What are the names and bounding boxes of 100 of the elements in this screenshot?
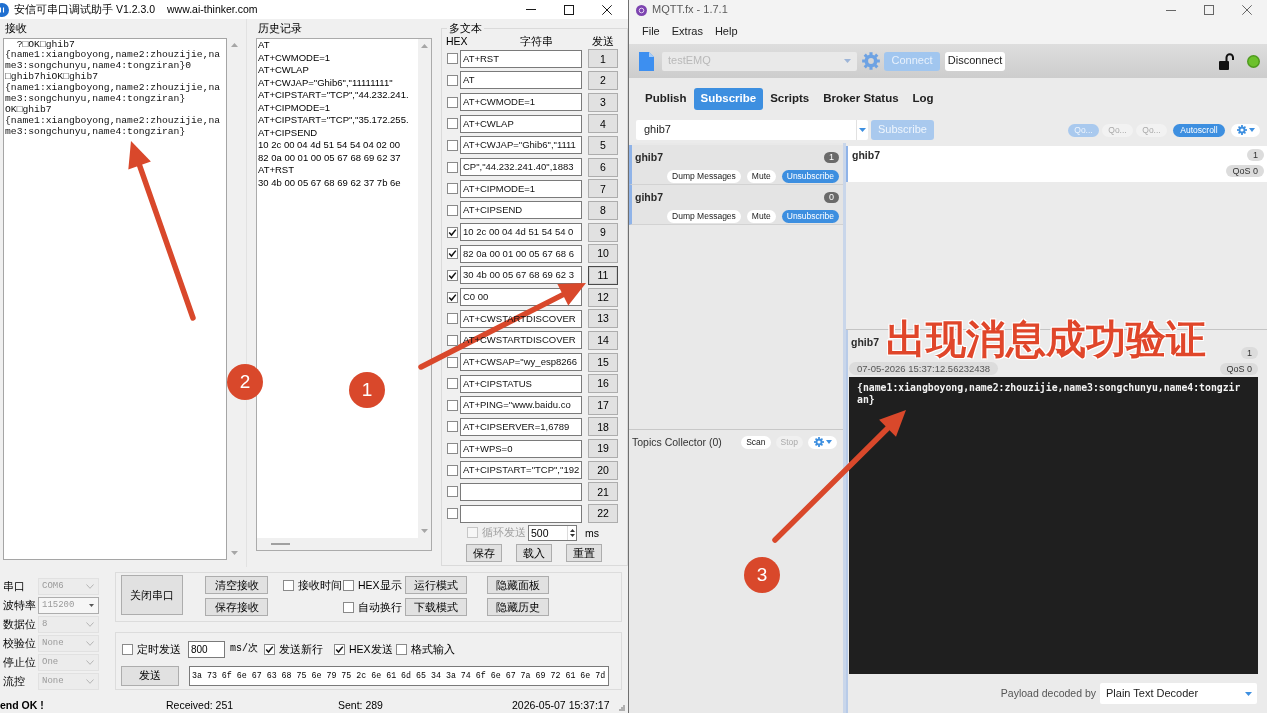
checkbox[interactable] <box>395 643 407 655</box>
history-entry[interactable]: AT+CIPSEND <box>258 126 318 139</box>
action-button[interactable]: 保存接收 <box>205 598 268 616</box>
action-button[interactable]: Dump Messages <box>667 169 741 183</box>
spin-down-icon[interactable] <box>570 533 575 537</box>
command-input[interactable]: 30 4b 00 05 67 68 69 62 3 <box>460 266 582 285</box>
checkbox[interactable] <box>447 399 458 411</box>
document-icon[interactable] <box>639 51 654 71</box>
tab[interactable]: Scripts <box>763 88 817 110</box>
checkbox[interactable] <box>447 443 458 455</box>
action-button[interactable]: 清空接收 <box>205 576 268 594</box>
gear-icon[interactable] <box>862 52 880 70</box>
checkbox-label[interactable]: 接收时间 <box>298 578 342 592</box>
send-button[interactable]: 13 <box>588 309 618 329</box>
period-input[interactable]: 800 <box>188 640 225 658</box>
send-button[interactable]: 2 <box>588 71 618 90</box>
checkbox-label[interactable]: 发送新行 <box>279 642 323 656</box>
checkbox-label[interactable]: 格式输入 <box>410 642 455 656</box>
history-entry[interactable]: 10 2c 00 04 4d 51 54 54 04 02 00 <box>258 139 401 152</box>
command-input[interactable]: AT+CIPSTART="TCP","192 <box>460 461 582 480</box>
checkbox[interactable] <box>447 96 458 108</box>
send-button[interactable]: 发送 <box>121 665 179 686</box>
send-button[interactable]: 15 <box>588 352 618 372</box>
checkbox[interactable] <box>447 356 458 368</box>
command-input[interactable]: AT+CIPSERVER=1,6789 <box>460 418 582 436</box>
send-button[interactable]: 8 <box>588 200 618 220</box>
scroll-up-icon[interactable] <box>421 44 428 48</box>
history-list[interactable] <box>257 39 418 538</box>
command-input[interactable]: AT+CWJAP="Ghib6","1111 <box>460 136 582 155</box>
checkbox-label[interactable]: 自动换行 <box>358 600 402 614</box>
checkbox-label[interactable]: 定时发送 <box>137 642 181 656</box>
checkbox[interactable] <box>447 378 458 390</box>
checkbox[interactable] <box>447 161 458 173</box>
send-button[interactable]: 14 <box>588 330 618 350</box>
command-input[interactable]: AT+CIPSTATUS <box>460 374 582 393</box>
scroll-down-icon[interactable] <box>421 529 428 533</box>
action-button[interactable]: 重置 <box>566 544 602 563</box>
command-input[interactable]: AT+WPS=0 <box>460 439 582 458</box>
send-button[interactable]: 9 <box>588 222 618 242</box>
history-entry[interactable]: AT+CWMODE=1 <box>258 51 331 64</box>
checkbox[interactable] <box>343 579 354 591</box>
receive-text-area[interactable] <box>3 38 227 560</box>
menu-item[interactable]: File <box>642 25 660 39</box>
command-input[interactable]: CP","44.232.241.40",1883 <box>460 158 582 177</box>
topic-combobox[interactable]: ghib7 <box>636 120 868 140</box>
checkbox[interactable] <box>447 269 458 281</box>
action-button[interactable]: Mute <box>746 209 776 223</box>
action-button[interactable]: 载入 <box>516 544 552 563</box>
history-entry[interactable]: AT+RST <box>258 164 294 177</box>
checkbox[interactable] <box>447 183 458 195</box>
send-button[interactable]: 18 <box>588 417 618 437</box>
command-input[interactable] <box>460 482 582 501</box>
resize-grip-icon[interactable] <box>619 705 625 711</box>
send-button[interactable]: 11 <box>588 265 618 285</box>
history-entry[interactable]: AT+CIPSTART="TCP","44.232.241. <box>258 89 409 102</box>
minimize-icon[interactable] <box>1166 9 1176 11</box>
checkbox[interactable] <box>447 248 458 260</box>
command-input[interactable]: AT+CIPSEND <box>460 201 582 220</box>
settings-dropdown-button[interactable] <box>1231 123 1260 137</box>
port-toggle-button[interactable]: 关闭串口 <box>121 575 183 615</box>
history-entry[interactable]: AT+CIPMODE=1 <box>258 101 331 114</box>
tab[interactable]: Broker Status <box>816 88 906 110</box>
checkbox[interactable] <box>447 508 458 520</box>
subscription-item[interactable]: ghib7 1 Dump Messages Mute Unsubscribe <box>629 145 843 185</box>
spin-up-icon[interactable] <box>570 528 575 532</box>
checkbox-label[interactable]: HEX显示 <box>358 578 402 592</box>
command-input[interactable]: AT+CWLAP <box>460 114 582 133</box>
checkbox[interactable] <box>447 313 458 325</box>
message-item[interactable]: ghib7 1 QoS 0 <box>846 146 1267 182</box>
command-input[interactable]: AT+CIPMODE=1 <box>460 179 582 198</box>
history-entry[interactable]: AT+CWLAP <box>258 64 309 77</box>
checkbox[interactable] <box>447 421 458 433</box>
disconnect-button[interactable]: Disconnect <box>945 51 1005 71</box>
history-entry[interactable]: 30 4b 00 05 67 68 69 62 37 7b 6e <box>258 176 401 189</box>
send-button[interactable]: 10 <box>588 244 618 264</box>
command-input[interactable]: AT+PING="www.baidu.co <box>460 396 582 415</box>
history-entry[interactable]: AT <box>258 39 270 52</box>
close-icon[interactable] <box>602 4 612 15</box>
tab[interactable]: Publish <box>638 88 694 110</box>
action-button[interactable]: 保存 <box>466 544 502 563</box>
send-button[interactable]: 22 <box>588 504 618 524</box>
decoder-dropdown[interactable]: Plain Text Decoder <box>1100 683 1257 704</box>
checkbox[interactable] <box>447 486 458 498</box>
history-entry[interactable]: 82 0a 00 01 00 05 67 68 69 62 37 <box>258 151 401 164</box>
command-input[interactable]: 10 2c 00 04 4d 51 54 54 0 <box>460 223 582 242</box>
command-input[interactable]: AT+RST <box>460 49 582 68</box>
checkbox[interactable] <box>283 579 294 591</box>
send-button[interactable]: 3 <box>588 92 618 112</box>
checkbox[interactable] <box>447 204 458 216</box>
send-input[interactable]: 3a 73 6f 6e 67 63 68 75 6e 79 75 2c 6e 61 6d 65 34 3a 74 6f 6e 67 7a 69 72 61 6e 7d <box>189 665 609 686</box>
action-button[interactable]: Dump Messages <box>667 209 741 223</box>
command-input[interactable]: AT+CWSAP="wy_esp8266 <box>460 353 582 371</box>
command-input[interactable]: AT <box>460 71 582 90</box>
checkbox[interactable] <box>447 291 458 303</box>
checkbox[interactable] <box>447 139 458 151</box>
send-button[interactable]: 4 <box>588 114 618 134</box>
menu-item[interactable]: Extras <box>671 25 703 39</box>
checkbox[interactable] <box>447 118 458 130</box>
checkbox[interactable] <box>447 53 458 65</box>
send-button[interactable]: 7 <box>588 179 618 199</box>
